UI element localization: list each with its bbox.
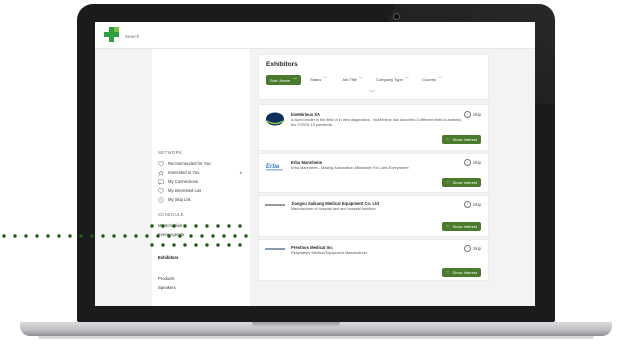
star-icon <box>158 169 164 176</box>
exhibitor-name[interactable]: Erba Mannheim <box>291 160 322 165</box>
sidebar-item-skip-list[interactable]: My Skip List <box>158 196 246 203</box>
svg-text:Erba: Erba <box>266 164 280 170</box>
show-interest-button[interactable]: ♡ Show Interest <box>441 178 481 187</box>
sort-label: Sort: Name <box>270 77 291 83</box>
heart-icon: ♡ <box>445 224 450 229</box>
filter-label: Status <box>310 76 322 82</box>
show-interest-label: Show Interest <box>452 224 477 229</box>
chevron-down-icon: ﹀ <box>438 76 443 81</box>
filter-label: Company Type <box>376 76 403 82</box>
sidebar-item-label: Interested In You <box>168 170 200 175</box>
sidebar-item-exhibitors[interactable]: Exhibitors <box>158 254 246 261</box>
heart-icon: ♡ <box>445 137 450 142</box>
laptop-screen: NETWORK Recommended for You Interested I… <box>95 22 535 306</box>
filter-job-title[interactable]: Job Title ﹀ <box>342 76 363 82</box>
dotted-pointer-lines <box>2 224 248 247</box>
biomerieux-logo <box>266 112 284 126</box>
sidebar-item-label: My Interested List <box>168 188 202 193</box>
skip-icon: › <box>463 111 471 118</box>
sidebar-item-label: Products <box>158 276 175 281</box>
sidebar-item-interested-in-you[interactable]: Interested In You 6 <box>158 169 246 176</box>
sidebar-item-label: Recommended for You <box>168 161 211 166</box>
show-interest-button[interactable]: ♡ Show Interest <box>441 135 481 144</box>
skip-icon <box>158 196 164 203</box>
exhibitor-name[interactable]: bioMérieux SA <box>291 112 320 117</box>
sidebar-item-label: My Skip List <box>168 197 191 202</box>
chevron-down-icon: ﹀ <box>358 76 363 81</box>
filter-label: Job Title <box>342 76 357 82</box>
skip-icon: › <box>463 245 471 252</box>
skip-button[interactable]: › Skip <box>463 201 481 208</box>
sort-dropdown[interactable]: Sort: Name ﹀ <box>266 75 302 85</box>
interested-count-badge: 6 <box>239 170 242 175</box>
skip-button[interactable]: › Skip <box>463 245 481 252</box>
heart-icon <box>158 187 164 194</box>
schedule-section-label: SCHEDULE <box>158 212 185 217</box>
skip-label: Skip <box>472 246 481 251</box>
sidebar-item-products[interactable]: Products <box>158 275 246 282</box>
skip-button[interactable]: › Skip <box>463 159 481 166</box>
heart-icon: ♡ <box>445 270 450 275</box>
show-interest-label: Show Interest <box>452 137 477 142</box>
exhibitors-header-card: Exhibitors Sort: Name ﹀ Status ﹀ Job Tit… <box>258 54 489 100</box>
skip-label: Skip <box>472 160 481 165</box>
exhibitor-name[interactable]: Jiangsu Saikang Medical Equipment Co. Lt… <box>291 201 379 206</box>
main-content: Exhibitors Sort: Name ﹀ Status ﹀ Job Tit… <box>258 49 489 306</box>
brand-cross-logo-icon[interactable] <box>104 27 119 42</box>
skip-label: Skip <box>472 202 481 207</box>
sidebar-item-label: My Connections <box>168 179 199 184</box>
filter-country[interactable]: Country ﹀ <box>422 76 442 82</box>
show-interest-button[interactable]: ♡ Show Interest <box>441 222 481 231</box>
skip-button[interactable]: › Skip <box>463 111 481 118</box>
chat-icon <box>158 179 164 185</box>
exhibitor-description: Erba Mannheim - Making Automation Afford… <box>291 166 409 170</box>
exhibitor-description: Respiratory Medical Equipment Manufactur… <box>291 251 368 255</box>
skip-label: Skip <box>472 112 481 117</box>
exhibitor-card: bioMérieux SA A world leader in the fiel… <box>258 104 489 151</box>
filter-status[interactable]: Status ﹀ <box>310 76 327 82</box>
erba-logo: Erba <box>266 164 283 171</box>
show-interest-button[interactable]: ♡ Show Interest <box>441 268 481 277</box>
app-header <box>95 22 535 49</box>
heart-icon <box>158 160 164 167</box>
sidebar-item-connections[interactable]: My Connections <box>158 178 246 185</box>
laptop-base-shadow <box>38 336 594 339</box>
filter-label: Country <box>422 76 437 82</box>
skip-icon: › <box>463 159 471 166</box>
exhibitor-description: Manufacturer of hospital bed and hospita… <box>291 207 376 211</box>
sidebar-item-interested-list[interactable]: My Interested List <box>158 187 246 194</box>
skip-icon: › <box>463 201 471 208</box>
show-interest-label: Show Interest <box>452 180 477 185</box>
exhibitor-description: A world leader in the field of in vitro … <box>291 118 462 127</box>
chevron-down-icon: ﹀ <box>404 76 409 81</box>
chevron-down-icon: ﹀ <box>293 77 298 82</box>
search-input[interactable] <box>123 29 247 43</box>
saikang-logo <box>265 204 285 206</box>
chevron-down-icon: ﹀ <box>323 76 328 81</box>
sidebar-item-recommended[interactable]: Recommended for You <box>158 160 246 167</box>
heart-icon: ♡ <box>445 180 450 185</box>
sidebar: NETWORK Recommended for You Interested I… <box>152 49 250 306</box>
laptop-hinge-notch <box>252 322 340 327</box>
network-section-label: NETWORK <box>158 150 183 155</box>
webcam-icon <box>393 13 400 20</box>
show-interest-label: Show Interest <box>452 270 477 275</box>
exhibitor-card: Erba Erba Mannheim Erba Mannheim - Makin… <box>258 153 489 193</box>
filter-company-type[interactable]: Company Type ﹀ <box>376 76 409 82</box>
page-title: Exhibitors <box>266 61 298 68</box>
sidebar-item-label: Exhibitors <box>158 255 179 260</box>
sidebar-item-label: Speakers <box>158 285 176 290</box>
expand-filters-chevron-icon[interactable]: ﹀ <box>369 88 375 97</box>
app-content: NETWORK Recommended for You Interested I… <box>95 49 535 306</box>
sidebar-item-speakers[interactable]: Speakers <box>158 284 246 291</box>
